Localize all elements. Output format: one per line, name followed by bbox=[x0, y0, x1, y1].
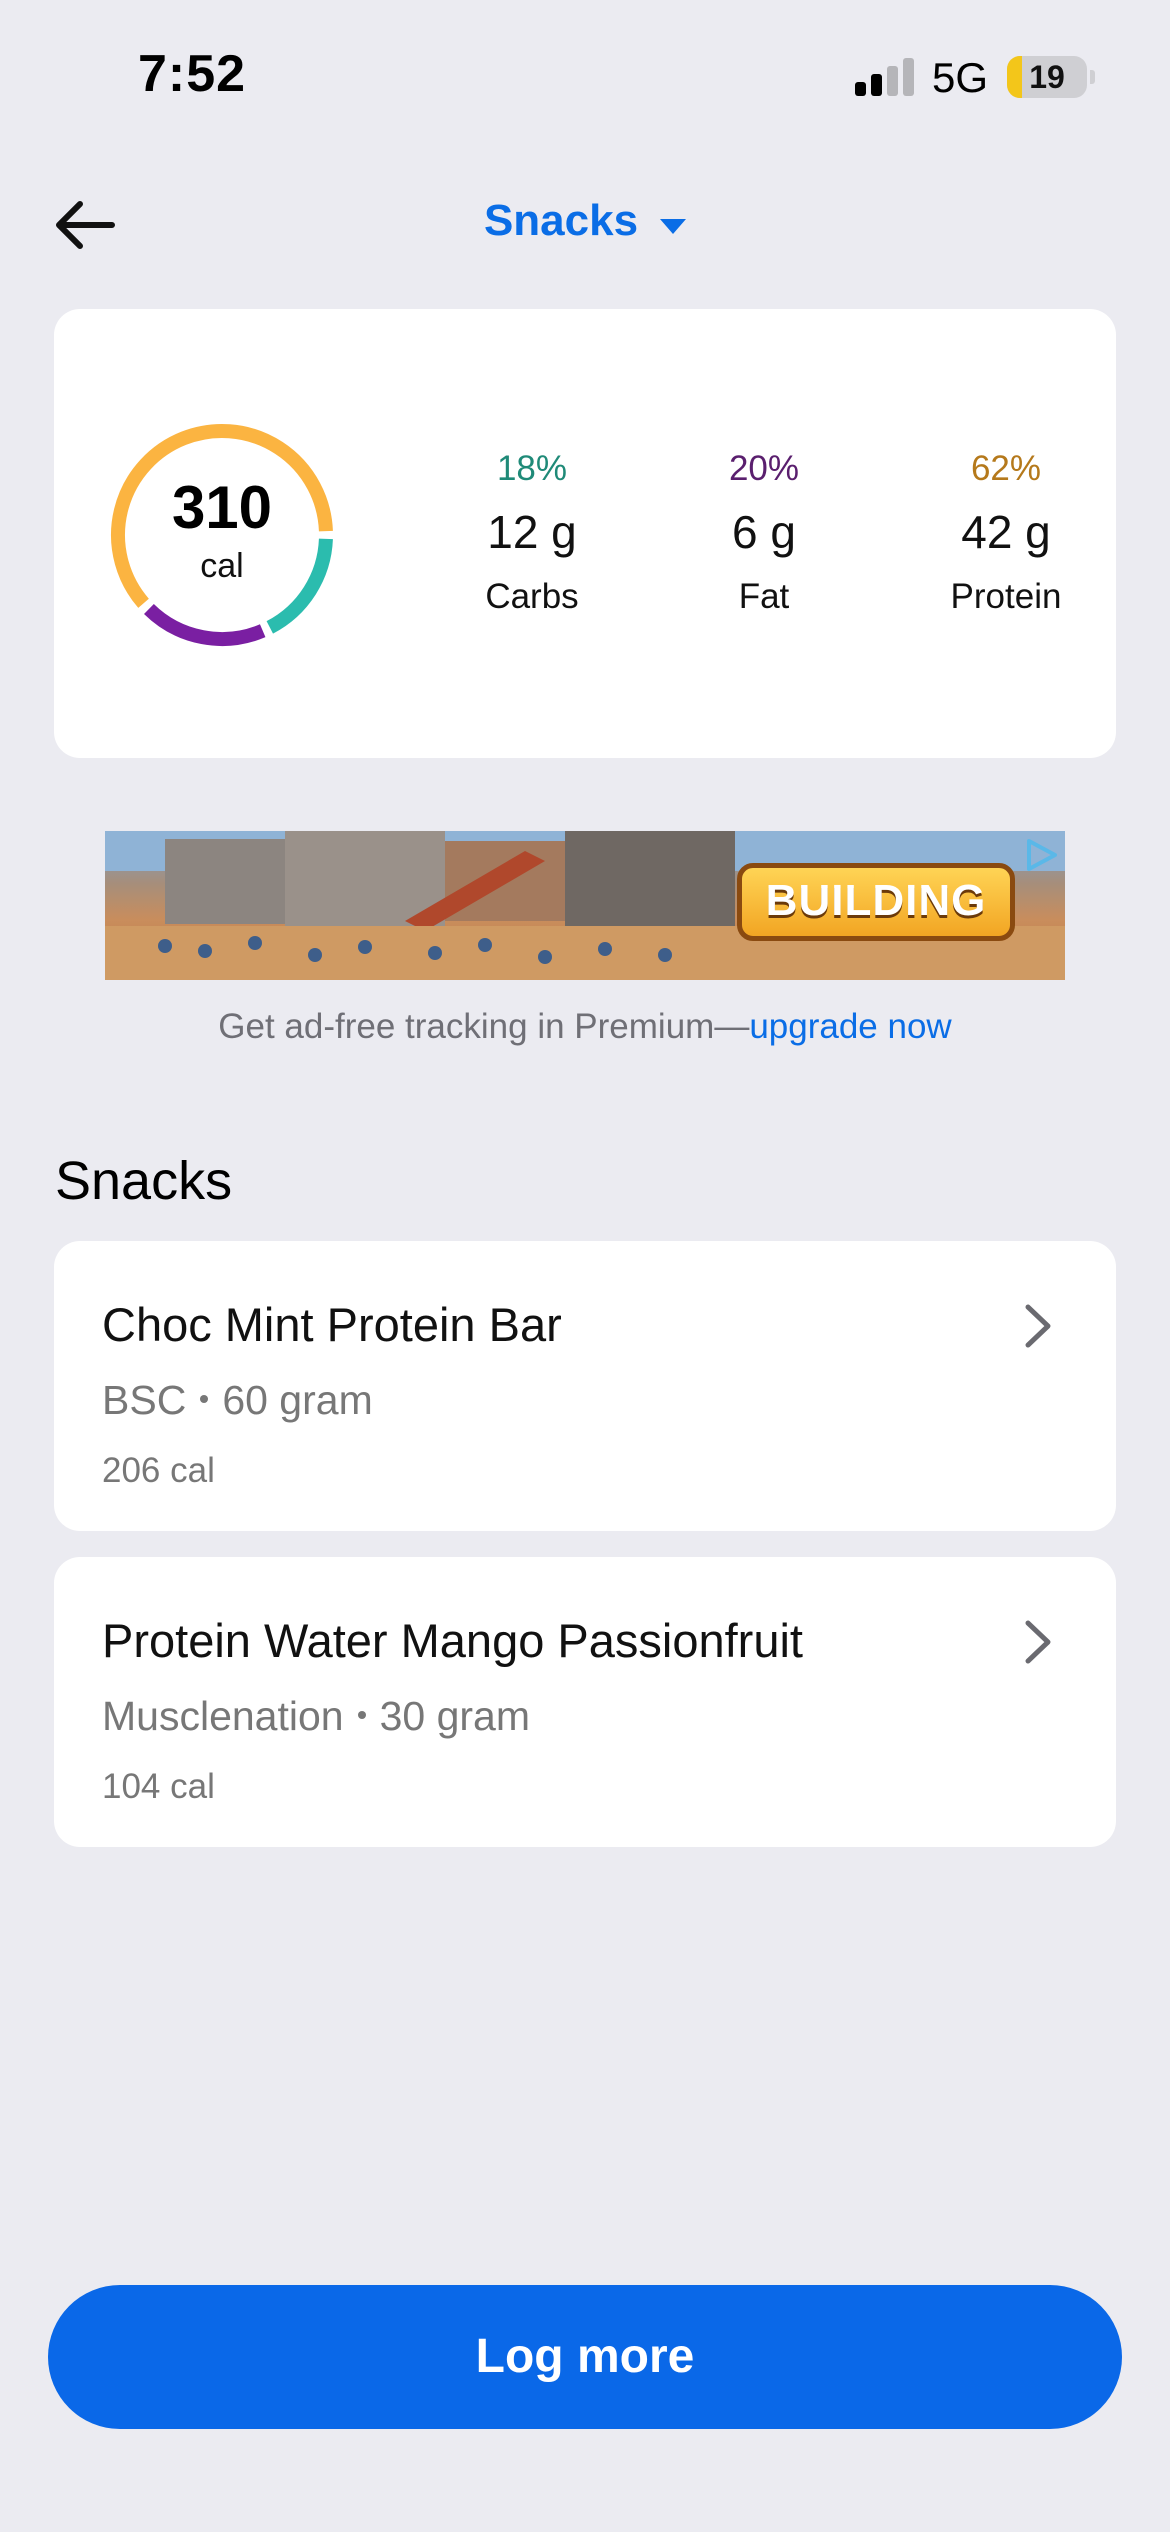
log-more-button[interactable]: Log more bbox=[48, 2285, 1122, 2429]
section-title: Snacks bbox=[55, 1151, 233, 1211]
food-brand: BSC bbox=[102, 1377, 187, 1423]
macro-grams: 12 g bbox=[487, 506, 577, 558]
food-meta: Musclenation 30 gram bbox=[102, 1693, 530, 1740]
food-brand: Musclenation bbox=[102, 1693, 344, 1739]
battery-icon: 19 bbox=[1007, 56, 1087, 98]
macro-name: Fat bbox=[738, 577, 790, 616]
meal-selector-label: Snacks bbox=[483, 196, 639, 245]
macro-percent: 62% bbox=[970, 449, 1042, 488]
network-type: 5G bbox=[932, 54, 989, 101]
macro-percent: 20% bbox=[728, 449, 800, 488]
food-name: Protein Water Mango Passionfruit bbox=[102, 1614, 803, 1667]
macro-name: Protein bbox=[950, 577, 1062, 616]
calorie-ring: 310 cal bbox=[106, 419, 338, 651]
fat-ring-segment bbox=[144, 603, 266, 646]
food-serving: 30 gram bbox=[379, 1693, 530, 1739]
food-item[interactable]: Protein Water Mango Passionfruit Musclen… bbox=[54, 1557, 1116, 1847]
food-name: Choc Mint Protein Bar bbox=[102, 1298, 562, 1351]
food-calories: 206 cal bbox=[102, 1451, 215, 1490]
macro-percent: 18% bbox=[496, 449, 568, 488]
meal-selector[interactable]: Snacks bbox=[0, 196, 1170, 246]
food-meta: BSC 60 gram bbox=[102, 1377, 373, 1424]
premium-upsell: Get ad-free tracking in Premium—upgrade … bbox=[0, 1007, 1170, 1047]
battery-level: 19 bbox=[1029, 59, 1065, 95]
macro-carbs: 18% 12 g Carbs bbox=[432, 449, 632, 617]
chevron-right-icon bbox=[1025, 1620, 1051, 1664]
macro-protein: 62% 42 g Protein bbox=[906, 449, 1106, 617]
status-time: 7:52 bbox=[138, 45, 247, 103]
ad-badge: BUILDING bbox=[737, 863, 1015, 941]
macro-fat: 20% 6 g Fat bbox=[664, 449, 864, 617]
separator-dot bbox=[200, 1395, 209, 1404]
food-item[interactable]: Choc Mint Protein Bar BSC 60 gram 206 cal bbox=[54, 1241, 1116, 1531]
ad-banner[interactable]: BUILDING bbox=[105, 831, 1065, 980]
macro-name: Carbs bbox=[485, 577, 579, 616]
premium-text: Get ad-free tracking in Premium— bbox=[218, 1007, 750, 1046]
nutrition-summary-card: 310 cal 18% 12 g Carbs 20% 6 g Fat 62% 4… bbox=[54, 309, 1116, 758]
calories-unit: cal bbox=[200, 547, 244, 585]
cellular-signal-icon bbox=[855, 58, 915, 96]
macro-grams: 42 g bbox=[961, 506, 1051, 558]
ad-choices-icon[interactable] bbox=[1021, 835, 1061, 875]
chevron-right-icon bbox=[1025, 1304, 1051, 1348]
total-calories: 310 bbox=[171, 474, 273, 541]
macro-grams: 6 g bbox=[732, 506, 796, 558]
food-serving: 60 gram bbox=[222, 1377, 373, 1423]
caret-down-icon bbox=[660, 219, 687, 235]
battery-tip bbox=[1090, 70, 1095, 84]
upgrade-link[interactable]: upgrade now bbox=[749, 1007, 951, 1046]
separator-dot bbox=[357, 1711, 366, 1720]
food-calories: 104 cal bbox=[102, 1767, 215, 1806]
status-bar: 7:52 5G 19 bbox=[0, 0, 1170, 150]
